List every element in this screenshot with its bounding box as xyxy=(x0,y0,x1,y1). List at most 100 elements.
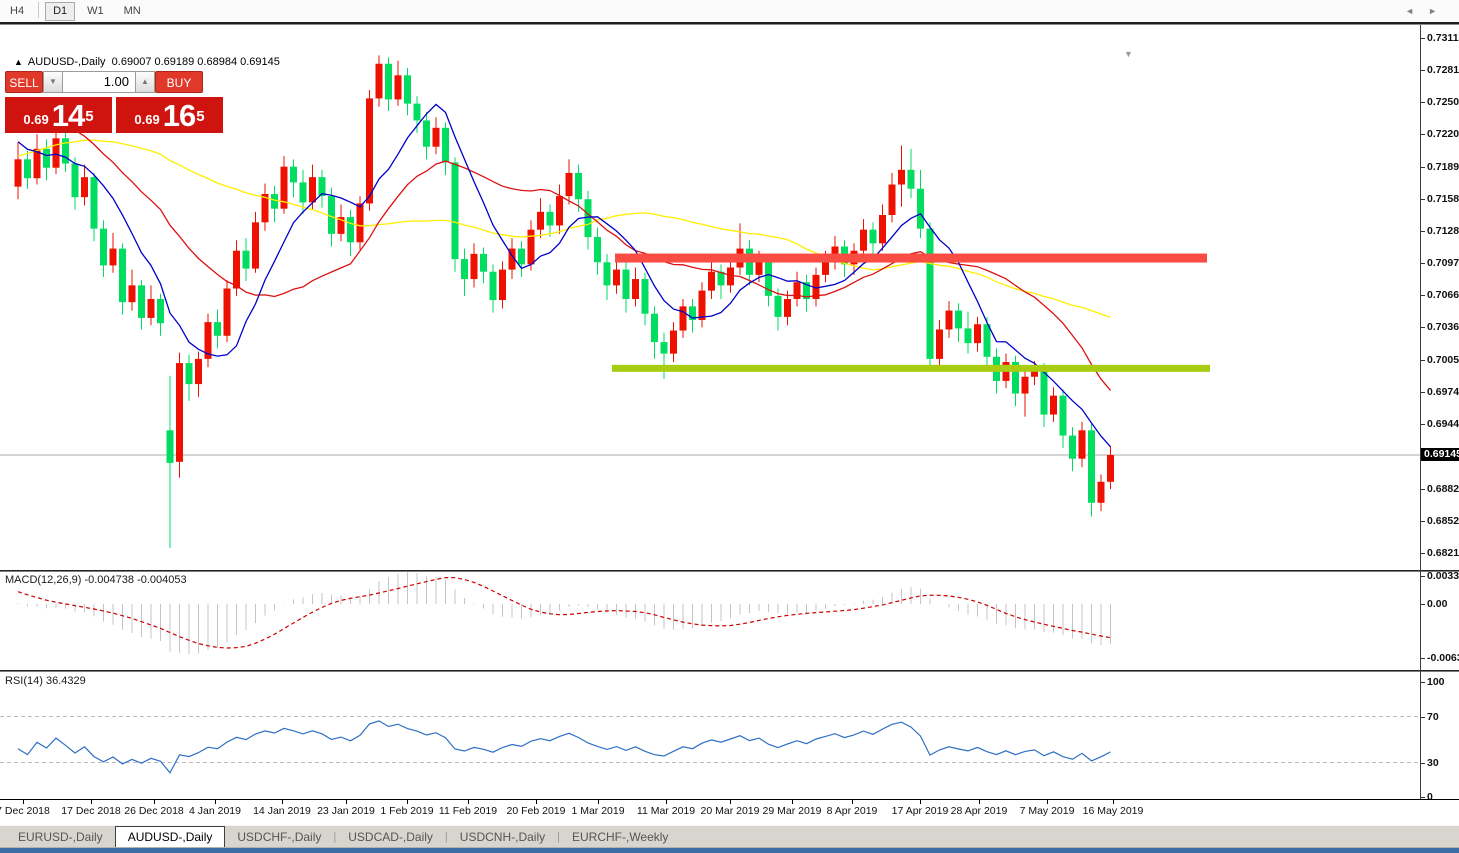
date-axis-label: 1 Feb 2019 xyxy=(380,805,434,817)
candle-body xyxy=(698,290,706,321)
candle-body xyxy=(271,193,278,209)
candle-body xyxy=(917,188,924,229)
candle-body xyxy=(869,229,877,244)
candle-body xyxy=(100,228,107,266)
price-axis-label: 0.72200 xyxy=(1427,128,1459,141)
price-axis-tick xyxy=(1421,70,1425,72)
date-axis-tick xyxy=(979,800,980,804)
candle-body xyxy=(299,182,307,203)
candle-body xyxy=(128,285,136,303)
candle-body xyxy=(43,148,50,168)
buy-button[interactable]: BUY xyxy=(155,71,203,93)
candle-body xyxy=(394,75,402,100)
candle-body xyxy=(793,282,801,300)
macd-axis-tick xyxy=(1421,604,1425,605)
price-axis-tick xyxy=(1421,520,1425,522)
date-axis-tick xyxy=(215,800,216,804)
rsi-label: RSI(14) 36.4329 xyxy=(5,675,86,687)
period-button-mn[interactable]: MN xyxy=(116,2,149,21)
support-line[interactable] xyxy=(612,364,1210,372)
candle-body xyxy=(413,103,421,121)
candle-body xyxy=(774,295,782,317)
candle-body xyxy=(945,310,953,330)
price-axis-tick xyxy=(1421,327,1425,329)
candle-body xyxy=(1050,395,1057,415)
chart-tab-audusd[interactable]: AUDUSD-,Daily xyxy=(114,826,226,847)
date-axis-label: 4 Jan 2019 xyxy=(189,805,241,817)
toolbar-separator xyxy=(38,1,40,18)
candle-body xyxy=(375,63,383,99)
rsi-axis-label: 100 xyxy=(1427,676,1445,688)
candle-body xyxy=(24,159,31,179)
price-axis-tick xyxy=(1421,102,1425,104)
volume-down-button[interactable]: ▼ xyxy=(43,71,63,93)
chart-shift-marker-icon[interactable]: ▼ xyxy=(1124,49,1133,59)
rsi-line xyxy=(17,720,1111,774)
price-axis-label: 0.68210 xyxy=(1427,547,1459,560)
price-axis-tick xyxy=(1421,198,1425,200)
date-axis-label: 28 Apr 2019 xyxy=(950,805,1008,817)
candle-body xyxy=(119,248,126,303)
sell-price-prefix: 0.69 xyxy=(23,112,49,127)
candle-body xyxy=(955,310,962,329)
price-axis-label: 0.71585 xyxy=(1427,192,1459,205)
resistance-line[interactable] xyxy=(615,253,1207,263)
date-axis-label: 11 Mar 2019 xyxy=(636,805,696,817)
chart-tab-eurchf[interactable]: EURCHF-,Weekly xyxy=(560,827,680,847)
candle-body xyxy=(518,248,525,265)
date-axis-label: 8 Apr 2019 xyxy=(826,805,878,817)
chart-quotes: 0.69007 0.69189 0.68984 0.69145 xyxy=(111,56,280,68)
candle-body xyxy=(290,166,297,183)
date-axis-tick xyxy=(730,800,731,804)
candle-body xyxy=(1107,454,1114,482)
macd-label: MACD(12,26,9) -0.004738 -0.004053 xyxy=(5,574,187,586)
price-chart-panel[interactable]: ▲ AUDUSD-,Daily 0.69007 0.69189 0.68984 0… xyxy=(0,25,1459,570)
price-axis-label: 0.68825 xyxy=(1427,482,1459,495)
candle-body xyxy=(898,169,905,185)
sell-price-tile[interactable]: 0.69 14 5 xyxy=(5,97,112,133)
period-button-w1[interactable]: W1 xyxy=(79,2,112,21)
price-axis-label: 0.72505 xyxy=(1427,96,1459,109)
chart-tab-eurusd[interactable]: EURUSD-,Daily xyxy=(6,827,115,847)
chart-title: ▲ AUDUSD-,Daily 0.69007 0.69189 0.68984 0… xyxy=(14,56,280,68)
price-axis-tick xyxy=(1421,134,1425,136)
rsi-axis-tick xyxy=(1421,762,1425,764)
sell-price-point: 5 xyxy=(85,108,94,125)
chart-tab-usdcad[interactable]: USDCAD-,Daily xyxy=(336,827,445,847)
panel-divider[interactable] xyxy=(0,670,1459,672)
candle-body xyxy=(1069,435,1076,459)
candle-body xyxy=(489,271,497,301)
macd-chart xyxy=(17,572,1111,655)
candle-body xyxy=(974,324,981,344)
macd-axis-label: 0.00 xyxy=(1427,598,1448,610)
buy-price-tile[interactable]: 0.69 16 5 xyxy=(116,97,223,133)
volume-up-button[interactable]: ▲ xyxy=(135,71,155,93)
chart-tab-usdcnh[interactable]: USDCNH-,Daily xyxy=(448,827,557,847)
date-axis-label: 7 May 2019 xyxy=(1019,805,1075,817)
date-axis-label: 11 Feb 2019 xyxy=(438,805,498,817)
period-button-h4[interactable]: H4 xyxy=(2,2,32,21)
candle-body xyxy=(81,177,88,198)
candle-body xyxy=(622,269,630,300)
price-axis-tick xyxy=(1421,295,1425,297)
volume-input[interactable]: 1.00 xyxy=(63,71,135,93)
macd-panel: MACD(12,26,9) -0.004738 -0.004053 xyxy=(0,572,1459,670)
candle-body xyxy=(660,342,668,354)
chart-tab-usdchf[interactable]: USDCHF-,Daily xyxy=(225,827,333,847)
candle-body xyxy=(242,250,250,269)
date-axis-label: 20 Mar 2019 xyxy=(700,805,760,817)
candle-body xyxy=(632,279,639,300)
candle-body xyxy=(651,313,658,343)
price-axis-tick xyxy=(1421,263,1425,265)
macd-signal-line xyxy=(17,576,1111,649)
tab-scroll-arrows[interactable]: ◄► xyxy=(1405,6,1451,16)
date-axis-tick xyxy=(91,800,92,804)
sell-button[interactable]: SELL xyxy=(5,71,43,93)
period-button-d1[interactable]: D1 xyxy=(45,2,76,21)
candle-body xyxy=(537,211,544,230)
macd-axis-label: -0.006325 xyxy=(1427,651,1459,664)
price-axis-tick xyxy=(1421,230,1425,232)
date-axis-label: 26 Dec 2018 xyxy=(124,805,184,817)
date-axis-tick xyxy=(346,800,347,804)
bottom-strip xyxy=(0,847,1459,853)
